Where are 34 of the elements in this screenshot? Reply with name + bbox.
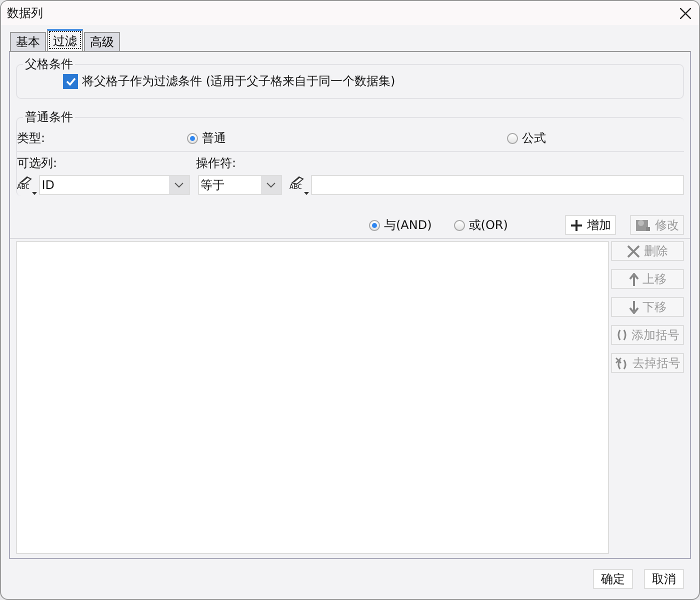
operator-dropdown[interactable]: 等于 bbox=[198, 175, 282, 195]
group-title: 父格条件 bbox=[23, 56, 75, 73]
radio-label: 普通 bbox=[202, 130, 226, 146]
radio-button[interactable] bbox=[454, 220, 465, 230]
close-icon[interactable] bbox=[680, 8, 691, 18]
group-title: 普通条件 bbox=[23, 109, 75, 126]
window-title: 数据列 bbox=[7, 4, 43, 22]
caret-icon bbox=[266, 182, 276, 188]
tab[interactable]: 高级 bbox=[84, 32, 120, 51]
tab[interactable]: 基本 bbox=[10, 32, 46, 51]
radio-button[interactable] bbox=[369, 220, 380, 230]
column-dropdown[interactable]: ID bbox=[38, 175, 190, 195]
arrow-up-icon bbox=[628, 272, 638, 286]
brackets-cross-icon bbox=[614, 356, 628, 370]
radio-button[interactable] bbox=[507, 132, 518, 144]
tab[interactable]: 过滤 bbox=[47, 29, 83, 51]
radio-label: 或(OR) bbox=[468, 216, 508, 234]
checkbox[interactable] bbox=[63, 74, 78, 89]
type-label: 类型: bbox=[17, 130, 46, 146]
operator-label: 操作符: bbox=[196, 154, 236, 172]
column-label: 可选列: bbox=[17, 154, 58, 172]
arrow-down-icon bbox=[628, 300, 638, 314]
close-icon bbox=[627, 244, 640, 258]
cancel-button[interactable]: 取消 bbox=[644, 569, 684, 589]
checkbox-label: 将父格子作为过滤条件 (适用于父子格来自于同一个数据集) bbox=[82, 73, 396, 90]
add-button[interactable]: 增加 bbox=[565, 215, 616, 235]
caret-icon bbox=[174, 182, 184, 188]
radio-button[interactable] bbox=[187, 132, 198, 144]
radio-label: 公式 bbox=[522, 130, 546, 146]
plus-icon bbox=[570, 218, 583, 232]
brackets-icon bbox=[616, 329, 628, 341]
radio-label: 与(AND) bbox=[384, 216, 432, 234]
ok-button[interactable]: 确定 bbox=[593, 569, 633, 589]
value-field[interactable] bbox=[311, 175, 684, 195]
